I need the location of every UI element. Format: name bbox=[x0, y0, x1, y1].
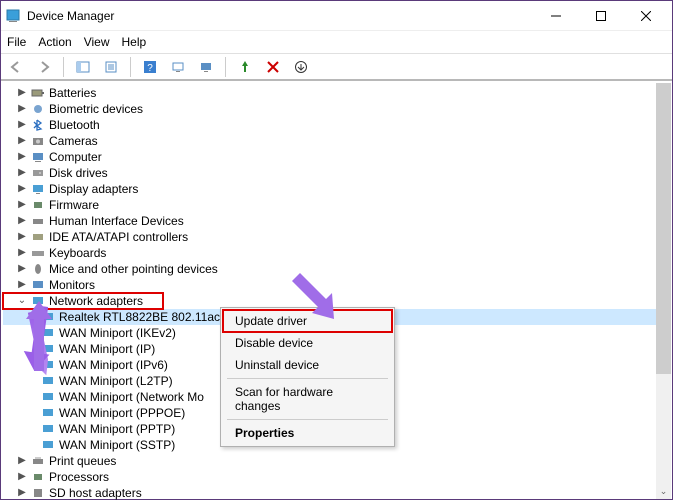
separator bbox=[227, 378, 388, 379]
nic-icon bbox=[39, 391, 57, 403]
ide-icon bbox=[29, 231, 47, 243]
expand-icon[interactable]: ▶ bbox=[15, 213, 29, 229]
scan-button[interactable] bbox=[167, 56, 189, 78]
display-icon bbox=[29, 183, 47, 195]
back-button[interactable] bbox=[5, 56, 27, 78]
tree-item[interactable]: ▶Mice and other pointing devices bbox=[3, 261, 670, 277]
nic-icon bbox=[39, 359, 57, 371]
svg-text:?: ? bbox=[147, 63, 153, 74]
tree-item[interactable]: ▶Human Interface Devices bbox=[3, 213, 670, 229]
separator bbox=[225, 57, 226, 77]
tree-item[interactable]: ▶Computer bbox=[3, 149, 670, 165]
tree-item[interactable]: ▶Processors bbox=[3, 469, 670, 485]
tree-item[interactable]: ▶Batteries bbox=[3, 85, 670, 101]
expand-icon[interactable]: ▶ bbox=[15, 485, 29, 501]
keyboard-icon bbox=[29, 247, 47, 259]
tree-item[interactable]: ▶SD host adapters bbox=[3, 485, 670, 501]
monitor-icon bbox=[29, 279, 47, 291]
tree-item[interactable]: ▶Keyboards bbox=[3, 245, 670, 261]
tree-item[interactable]: ▶Print queues bbox=[3, 453, 670, 469]
menu-bar: File Action View Help bbox=[1, 31, 672, 53]
chip-icon bbox=[29, 199, 47, 211]
separator bbox=[130, 57, 131, 77]
tree-item[interactable]: ▶Firmware bbox=[3, 197, 670, 213]
printer-icon bbox=[29, 455, 47, 467]
expand-icon[interactable]: ▶ bbox=[15, 117, 29, 133]
context-properties[interactable]: Properties bbox=[223, 422, 392, 444]
separator bbox=[63, 57, 64, 77]
tree-item[interactable]: ▶Biometric devices bbox=[3, 101, 670, 117]
nic-icon bbox=[39, 407, 57, 419]
tree-item[interactable]: ▶IDE ATA/ATAPI controllers bbox=[3, 229, 670, 245]
title-bar: Device Manager bbox=[1, 1, 672, 31]
maximize-button[interactable] bbox=[578, 2, 623, 30]
expand-icon[interactable]: ▶ bbox=[15, 469, 29, 485]
help-button[interactable]: ? bbox=[139, 56, 161, 78]
menu-help[interactable]: Help bbox=[122, 35, 147, 49]
scan-hardware-button[interactable] bbox=[195, 56, 217, 78]
bluetooth-icon bbox=[29, 119, 47, 131]
tree-item[interactable]: ▶Cameras bbox=[3, 133, 670, 149]
close-button[interactable] bbox=[623, 2, 668, 30]
computer-icon bbox=[29, 151, 47, 163]
app-icon bbox=[5, 8, 21, 24]
expand-icon[interactable]: ▶ bbox=[15, 181, 29, 197]
vertical-scrollbar[interactable]: ⌄ bbox=[656, 83, 671, 499]
tree-item[interactable]: ▶Disk drives bbox=[3, 165, 670, 181]
tree-item-network-adapters[interactable]: ⌄Network adapters bbox=[3, 293, 163, 309]
tree-item[interactable]: ▶Display adapters bbox=[3, 181, 670, 197]
context-disable-device[interactable]: Disable device bbox=[223, 332, 392, 354]
cpu-icon bbox=[29, 471, 47, 483]
nic-icon bbox=[39, 327, 57, 339]
camera-icon bbox=[29, 135, 47, 147]
mouse-icon bbox=[29, 263, 47, 275]
window-title: Device Manager bbox=[27, 9, 533, 23]
sd-icon bbox=[29, 487, 47, 499]
scrollbar-thumb[interactable] bbox=[656, 83, 671, 374]
nic-icon bbox=[39, 343, 57, 355]
tree-item[interactable]: ▶Bluetooth bbox=[3, 117, 670, 133]
menu-file[interactable]: File bbox=[7, 35, 26, 49]
properties-button[interactable] bbox=[100, 56, 122, 78]
nic-icon bbox=[39, 439, 57, 451]
update-driver-button[interactable] bbox=[290, 56, 312, 78]
battery-icon bbox=[29, 87, 47, 99]
nic-icon bbox=[39, 375, 57, 387]
context-uninstall-device[interactable]: Uninstall device bbox=[223, 354, 392, 376]
menu-view[interactable]: View bbox=[84, 35, 110, 49]
expand-icon[interactable]: ▶ bbox=[15, 197, 29, 213]
context-menu: Update driver Disable device Uninstall d… bbox=[220, 307, 395, 447]
nic-icon bbox=[39, 423, 57, 435]
expand-icon[interactable]: ▶ bbox=[15, 229, 29, 245]
menu-action[interactable]: Action bbox=[38, 35, 71, 49]
scroll-down-icon[interactable]: ⌄ bbox=[656, 483, 671, 499]
expand-icon[interactable]: ▶ bbox=[15, 453, 29, 469]
fingerprint-icon bbox=[29, 103, 47, 115]
expand-icon[interactable]: ▶ bbox=[15, 261, 29, 277]
context-update-driver[interactable]: Update driver bbox=[223, 310, 392, 332]
expand-icon[interactable]: ▶ bbox=[15, 277, 29, 293]
expand-icon[interactable]: ▶ bbox=[15, 133, 29, 149]
hid-icon bbox=[29, 215, 47, 227]
expand-icon[interactable]: ▶ bbox=[15, 85, 29, 101]
nic-icon bbox=[39, 311, 57, 323]
forward-button[interactable] bbox=[33, 56, 55, 78]
expand-icon[interactable]: ▶ bbox=[15, 101, 29, 117]
expand-icon[interactable]: ▶ bbox=[15, 165, 29, 181]
disk-icon bbox=[29, 167, 47, 179]
toolbar: ? bbox=[1, 53, 672, 81]
uninstall-button[interactable] bbox=[262, 56, 284, 78]
separator bbox=[227, 419, 388, 420]
enable-button[interactable] bbox=[234, 56, 256, 78]
minimize-button[interactable] bbox=[533, 2, 578, 30]
context-scan[interactable]: Scan for hardware changes bbox=[223, 381, 392, 417]
network-icon bbox=[29, 295, 47, 307]
collapse-icon[interactable]: ⌄ bbox=[15, 293, 29, 309]
expand-icon[interactable]: ▶ bbox=[15, 245, 29, 261]
expand-icon[interactable]: ▶ bbox=[15, 149, 29, 165]
tree-item[interactable]: ▶Monitors bbox=[3, 277, 670, 293]
show-hide-tree-button[interactable] bbox=[72, 56, 94, 78]
